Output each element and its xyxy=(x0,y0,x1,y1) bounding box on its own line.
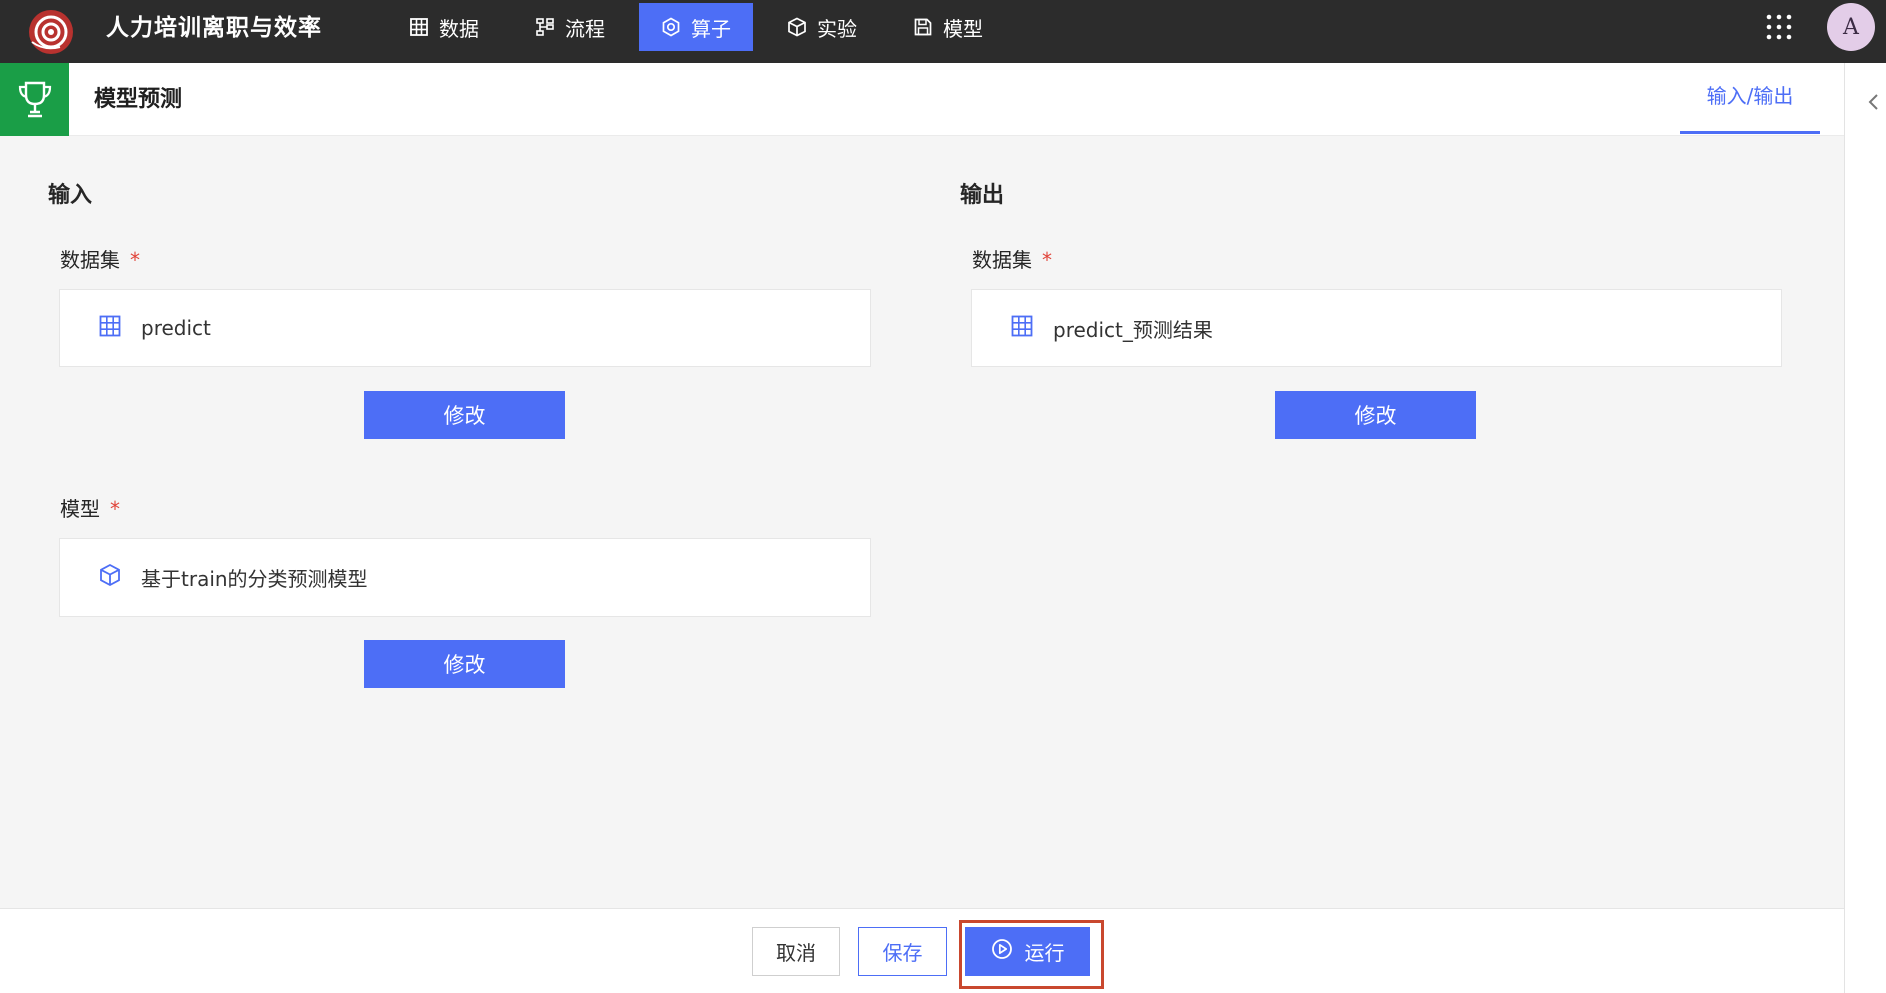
required-mark: * xyxy=(110,497,120,521)
field-label-text: 模型 xyxy=(60,497,100,521)
app-logo-icon[interactable] xyxy=(26,7,76,57)
table-icon xyxy=(98,314,122,343)
chevron-left-icon[interactable] xyxy=(1866,92,1882,112)
flow-icon xyxy=(535,17,555,37)
table-icon xyxy=(409,17,429,37)
output-dataset-label: 数据集 * xyxy=(972,246,1052,274)
edit-output-dataset-button[interactable]: 修改 xyxy=(1275,391,1476,439)
app-title: 人力培训离职与效率 xyxy=(106,15,322,41)
nav-item-experiment[interactable]: 实验 xyxy=(774,3,870,51)
main-canvas xyxy=(0,136,1844,908)
page-header xyxy=(0,63,1844,136)
trophy-icon xyxy=(0,63,69,136)
save-button[interactable]: 保存 xyxy=(858,927,947,976)
nav-label: 算子 xyxy=(691,16,731,41)
page-title: 模型预测 xyxy=(94,87,183,112)
input-model-value: 基于train的分类预测模型 xyxy=(141,567,368,591)
input-dataset-field: predict xyxy=(59,289,871,367)
required-mark: * xyxy=(130,248,140,272)
run-button-label: 运行 xyxy=(1024,941,1065,965)
run-button[interactable]: 运行 xyxy=(965,927,1090,976)
input-model-field: 基于train的分类预测模型 xyxy=(59,538,871,617)
output-heading: 输出 xyxy=(960,183,1005,208)
operator-icon xyxy=(661,17,681,37)
required-mark: * xyxy=(1042,248,1052,272)
output-dataset-value: predict_预测结果 xyxy=(1053,317,1213,342)
nav-item-operator[interactable]: 算子 xyxy=(639,3,753,51)
nav-label: 数据 xyxy=(439,16,479,41)
nav-item-flow[interactable]: 流程 xyxy=(522,3,618,51)
edit-input-model-button[interactable]: 修改 xyxy=(364,640,565,688)
output-dataset-field: predict_预测结果 xyxy=(971,289,1782,367)
nav-item-model[interactable]: 模型 xyxy=(900,3,996,51)
avatar[interactable]: A xyxy=(1827,3,1875,51)
save-icon xyxy=(913,17,933,37)
tab-input-output[interactable]: 输入/输出 xyxy=(1680,63,1820,134)
side-panel-strip xyxy=(1844,63,1886,993)
nav-label: 模型 xyxy=(943,16,983,41)
table-icon xyxy=(1010,314,1034,343)
cube-icon xyxy=(787,17,807,37)
input-heading: 输入 xyxy=(48,183,93,208)
field-label-text: 数据集 xyxy=(60,248,120,272)
input-dataset-value: predict xyxy=(141,316,211,340)
apps-grid-icon[interactable] xyxy=(1765,13,1793,41)
nav-label: 流程 xyxy=(565,16,605,41)
input-model-label: 模型 * xyxy=(60,495,120,523)
cube-icon xyxy=(98,563,122,592)
input-dataset-label: 数据集 * xyxy=(60,246,140,274)
play-circle-icon xyxy=(991,938,1013,965)
nav-item-data[interactable]: 数据 xyxy=(396,3,492,51)
cancel-button[interactable]: 取消 xyxy=(752,927,840,976)
field-label-text: 数据集 xyxy=(972,248,1032,272)
nav-label: 实验 xyxy=(817,16,857,41)
edit-input-dataset-button[interactable]: 修改 xyxy=(364,391,565,439)
